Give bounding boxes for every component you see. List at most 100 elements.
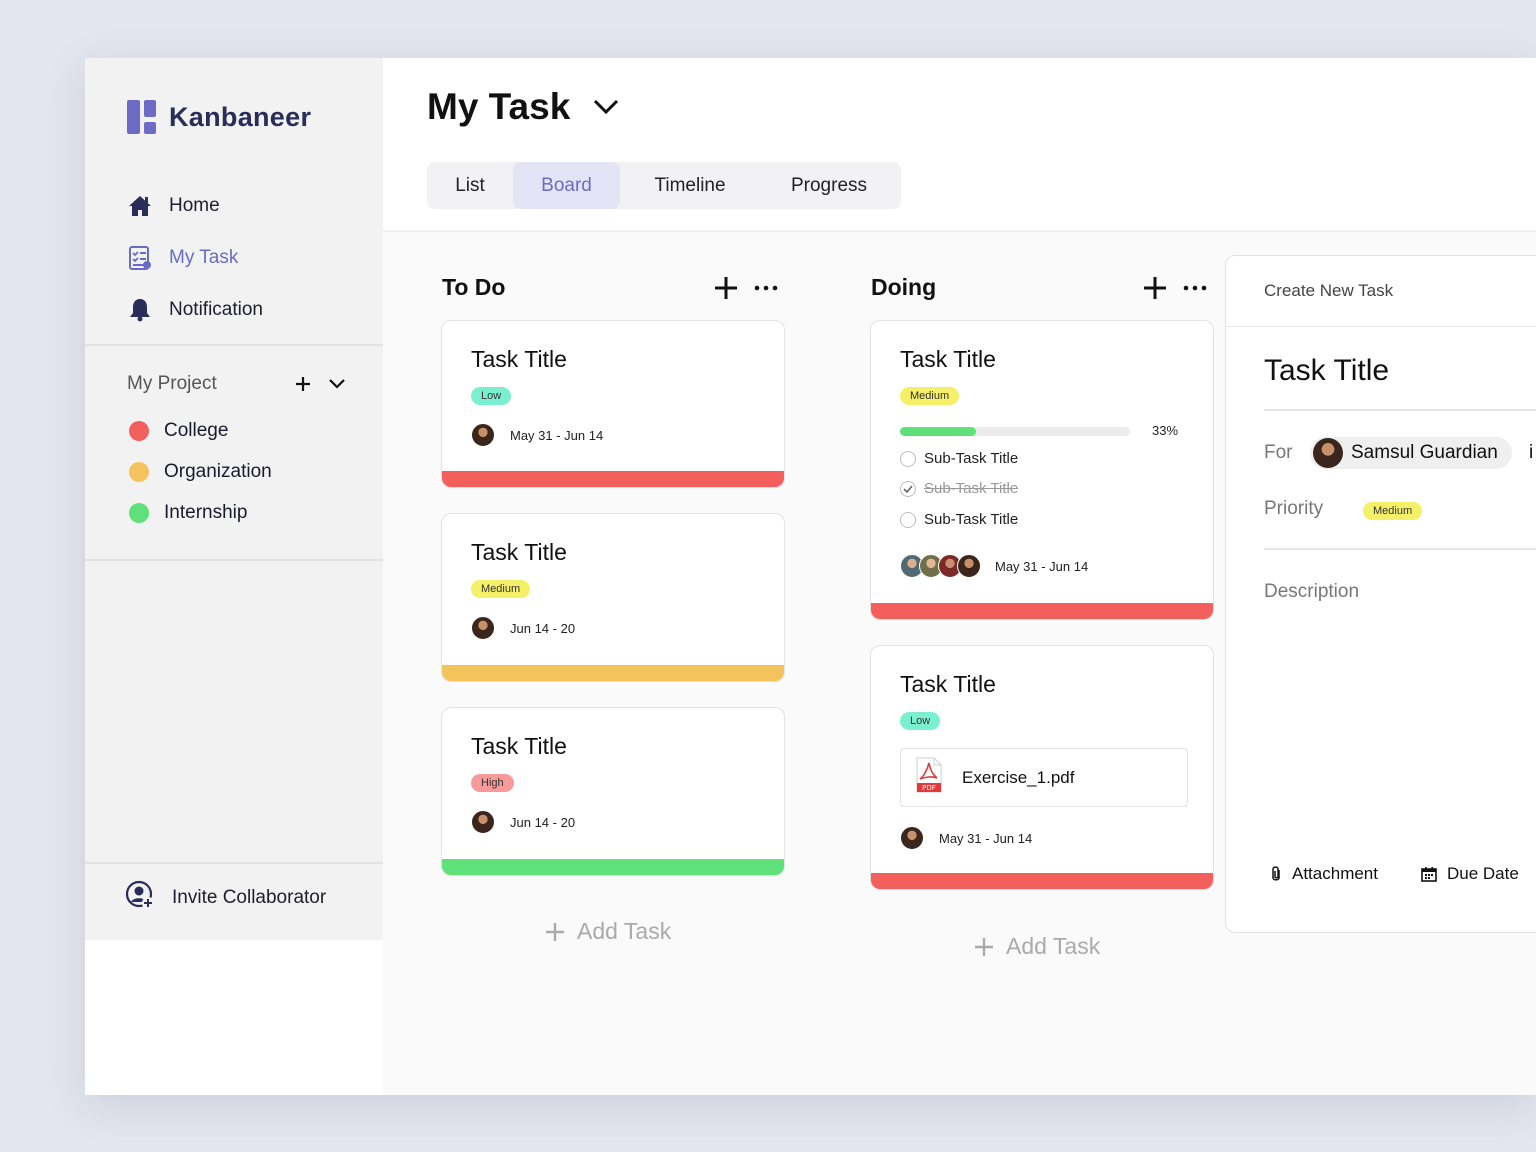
sidebar-item-notification[interactable]: Notification [127,284,263,336]
projects-header: My Project [127,372,349,396]
project-item-organization[interactable]: Organization [129,451,272,492]
card-title: Task Title [900,346,996,372]
avatar [1313,438,1343,468]
project-label: Internship [164,501,248,523]
task-card[interactable]: Task Title High Jun 14 - 20 [441,707,785,876]
calendar-icon [1421,867,1437,882]
subtask-item[interactable]: Sub-Task Title [900,480,1018,497]
card-title: Task Title [900,671,996,697]
invite-collaborator-button[interactable]: Invite Collaborator [125,880,326,916]
card-color-stripe [871,603,1213,619]
sidebar-item-home[interactable]: Home [127,180,263,232]
sidebar-item-my-task[interactable]: My Task [127,232,263,284]
checkbox-icon [900,450,916,467]
tab-progress[interactable]: Progress [760,162,898,209]
project-item-internship[interactable]: Internship [129,492,272,533]
sidebar-item-label: Home [169,195,220,216]
progress-percent: 33% [1152,423,1179,438]
project-color-dot [129,461,149,482]
project-color-dot [129,420,149,441]
attachment-filename: Exercise_1.pdf [962,767,1075,787]
tab-timeline[interactable]: Timeline [620,162,760,209]
column-menu-button[interactable] [753,275,779,301]
sidebar-divider [85,862,383,864]
task-card[interactable]: Task Title Low PDF Exercise_1.pdf May 31… [870,645,1214,890]
attachment-file[interactable]: PDF Exercise_1.pdf [900,748,1188,807]
assignee-chip[interactable]: Samsul Guardian [1310,437,1512,469]
tab-list[interactable]: List [427,162,513,209]
bell-icon [127,297,153,323]
add-task-button[interactable]: Add Task [545,918,671,945]
subtask-item[interactable]: Sub-Task Title [900,450,1018,467]
add-task-button[interactable]: Add Task [974,933,1100,960]
panel-divider [1264,409,1536,411]
add-user-icon [125,880,155,916]
panel-divider [1264,548,1536,550]
task-card[interactable]: Task Title Low May 31 - Jun 14 [441,320,785,488]
task-card[interactable]: Task Title Medium Jun 14 - 20 [441,513,785,682]
add-card-button[interactable] [713,275,739,301]
subtask-item[interactable]: Sub-Task Title [900,511,1018,528]
paperclip-icon [1272,866,1280,881]
card-meta: Jun 14 - 20 [471,810,575,834]
column-title: To Do [442,274,506,300]
column-todo: To Do Task Title Low May 31 - Jun 14 Tas… [441,268,785,944]
attachment-label: Attachment [1292,864,1378,883]
card-dates: Jun 14 - 20 [510,814,576,830]
avatar-group [900,554,981,578]
subtask-label: Sub-Task Title [924,450,1019,467]
add-card-button[interactable] [1142,275,1168,301]
description-field[interactable]: Description [1264,581,1359,603]
card-color-stripe [871,873,1213,889]
avatar [957,554,981,578]
add-project-button[interactable] [291,372,315,396]
priority-badge[interactable]: Medium [1363,502,1423,520]
tab-board[interactable]: Board [513,162,620,209]
chevron-down-icon [329,379,345,389]
card-dates: Jun 14 - 20 [510,620,576,636]
column-doing: Doing Task Title Medium 33% Sub-Task Tit… [870,268,1214,959]
sidebar-item-label: Notification [169,299,263,320]
card-color-stripe [442,665,784,681]
sidebar-nav: Home My Task Notification [127,180,263,336]
card-meta: May 31 - Jun 14 [900,826,1032,850]
priority-badge: High [471,774,514,792]
priority-badge: Low [471,387,512,405]
topbar: My Task List Board Timeline Progress [383,58,1536,232]
task-title-input[interactable]: Task Title [1264,354,1389,388]
panel-header: Create New Task [1226,256,1536,327]
page-title-dropdown[interactable]: My Task [427,86,620,128]
avatar [900,826,924,850]
sidebar: Kanbaneer Home My Task Notification My P… [85,58,383,940]
card-meta: May 31 - Jun 14 [471,423,603,447]
avatar [471,810,495,834]
project-item-college[interactable]: College [129,410,272,451]
progress-fill [900,427,976,436]
card-color-stripe [442,471,784,487]
collapse-projects-button[interactable] [325,372,349,396]
card-color-stripe [442,859,784,875]
sidebar-divider [85,559,383,561]
attachment-button[interactable]: Attachment [1270,864,1378,884]
project-label: Organization [164,460,272,482]
plus-icon [546,922,564,941]
card-title: Task Title [471,733,567,759]
column-menu-button[interactable] [1182,275,1208,301]
task-card[interactable]: Task Title Medium 33% Sub-Task Title Sub… [870,320,1214,620]
projects-heading: My Project [127,373,217,394]
column-header: To Do [441,268,785,308]
priority-badge: Medium [900,387,960,405]
priority-badge: Medium [471,580,531,598]
card-title: Task Title [471,346,567,372]
due-date-button[interactable]: Due Date [1421,864,1519,884]
sidebar-divider [85,344,383,346]
project-list: College Organization Internship [129,410,272,533]
plus-icon [296,377,310,391]
view-tabs: List Board Timeline Progress [427,162,901,209]
logo-icon [127,100,156,134]
plus-icon [975,937,993,956]
column-header: Doing [870,268,1214,308]
card-dates: May 31 - Jun 14 [995,558,1089,574]
app-name: Kanbaneer [169,101,312,132]
subtask-label: Sub-Task Title [924,511,1019,528]
